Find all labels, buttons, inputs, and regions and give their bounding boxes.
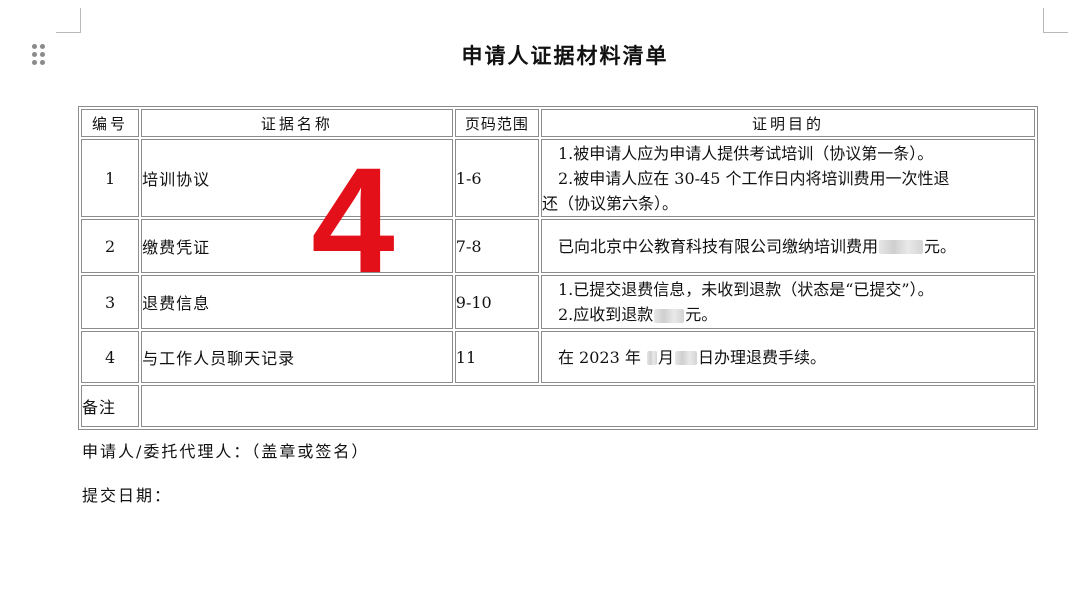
purpose-text: 日办理退费手续。 [697,347,826,367]
purpose-cell: 1.已提交退费信息，未收到退款（状态是“已提交”）。 2.应收到退款 元。 [540,275,1035,329]
row-number: 2 [81,219,140,273]
evidence-name: 与工作人员聊天记录 [141,331,453,383]
signer-line: 申请人/委托代理人：（盖章或签名） [82,442,370,461]
purpose-text: 在 2023 年 [557,347,641,367]
purpose-line: 1.被申请人应为申请人提供考试培训（协议第一条）。 [557,143,934,163]
purpose-line: 在 2023 年 月 日办理退费手续。 [542,345,1034,370]
purpose-line: 2.应收到退款 元。 [542,302,1034,327]
table-row: 3 退费信息 9-10 1.已提交退费信息，未收到退款（状态是“已提交”）。 2… [81,275,1035,329]
purpose-line: 还（协议第六条）。 [541,193,678,213]
remarks-value[interactable] [141,385,1035,427]
row-number: 3 [81,275,140,329]
table-row: 2 缴费凭证 7-8 已向北京中公教育科技有限公司缴纳培训费用 元。 [81,219,1035,273]
purpose-line: 2.被申请人应在 30-45 个工作日内将培训费用一次性退 [557,168,950,188]
header-pages: 页码范围 [454,109,539,137]
purpose-text: 2.应收到退款 [557,305,654,324]
remarks-label: 备注 [81,385,140,427]
page-corner-top-right [1043,8,1068,33]
purpose-cell: 已向北京中公教育科技有限公司缴纳培训费用 元。 [540,219,1035,273]
purpose-cell: 1.被申请人应为申请人提供考试培训（协议第一条）。 2.被申请人应在 30-45… [540,139,1035,217]
page-range: 7-8 [454,219,539,273]
page-range: 9-10 [454,275,539,329]
redacted-amount [878,240,923,254]
redacted-amount [654,308,685,323]
purpose-text: 元。 [923,236,956,256]
submission-date-line: 提交日期： [82,486,173,505]
header-name: 证据名称 [141,109,453,137]
purpose-line: 1.已提交退费信息，未收到退款（状态是“已提交”）。 [557,280,934,299]
header-number: 编号 [81,109,140,137]
redacted-day [674,351,697,365]
document-title: 申请人证据材料清单 [461,43,669,68]
purpose-cell: 在 2023 年 月 日办理退费手续。 [540,331,1035,383]
purpose-line: 已向北京中公教育科技有限公司缴纳培训费用 元。 [542,234,1034,259]
page-range: 1-6 [454,139,539,217]
table-header-row: 编号 证据名称 页码范围 证明目的 [81,109,1035,137]
evidence-table: 编号 证据名称 页码范围 证明目的 1 培训协议 1-6 1.被申请人应为申请人… [78,106,1038,430]
table-row: 1 培训协议 1-6 1.被申请人应为申请人提供考试培训（协议第一条）。 2.被… [81,139,1035,217]
row-number: 1 [81,139,140,217]
page-range: 11 [454,331,539,383]
page-corner-top-left [56,8,81,33]
purpose-text: 已向北京中公教育科技有限公司缴纳培训费用 [557,236,878,256]
remarks-row: 备注 [81,385,1035,427]
table-row: 4 与工作人员聊天记录 11 在 2023 年 月 日办理退费手续。 [81,331,1035,383]
purpose-text: 元。 [685,305,718,324]
overlay-number-mark: 4 [311,136,395,304]
redacted-month [646,351,657,365]
header-purpose: 证明目的 [540,109,1035,137]
row-number: 4 [81,331,140,383]
purpose-text: 月 [657,347,674,367]
